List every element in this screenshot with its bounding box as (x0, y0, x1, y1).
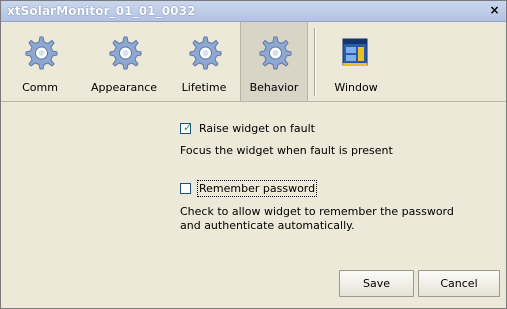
raise-widget-description: Focus the widget when fault is present (180, 144, 393, 157)
window-title: xtSolarMonitor_01_01_0032 (7, 4, 196, 18)
tab-comm-label: Comm (22, 81, 58, 94)
remember-password-description-line2: and authenticate automatically. (180, 219, 355, 232)
window-icon (342, 38, 368, 66)
save-button[interactable]: Save (339, 270, 414, 297)
raise-widget-label[interactable]: Raise widget on fault (199, 122, 315, 135)
raise-widget-checkbox[interactable]: ✓ (180, 121, 193, 134)
close-icon: × (489, 3, 500, 17)
title-bar[interactable]: xtSolarMonitor_01_01_0032 × (1, 1, 506, 22)
tab-window[interactable]: Window (323, 22, 389, 101)
tab-behavior-label: Behavior (249, 81, 299, 94)
cancel-button[interactable]: Cancel (418, 270, 500, 297)
remember-password-label[interactable]: Remember password (196, 180, 318, 197)
remember-password-checkbox[interactable] (180, 183, 191, 194)
tab-lifetime-label: Lifetime (181, 81, 227, 94)
gear-icon (109, 36, 142, 70)
gear-icon (25, 36, 58, 70)
toolbar: Comm Appearance Lifetime Behavior Window (1, 22, 506, 102)
tab-comm[interactable]: Comm (17, 22, 63, 101)
tab-window-label: Window (334, 81, 378, 94)
remember-password-description-line1: Check to allow widget to remember the pa… (180, 205, 454, 218)
check-icon: ✓ (183, 121, 193, 134)
close-button[interactable]: × (487, 3, 502, 18)
tab-appearance-label: Appearance (90, 81, 158, 94)
gear-icon (259, 36, 292, 70)
tab-appearance[interactable]: Appearance (81, 22, 167, 101)
tab-lifetime[interactable]: Lifetime (173, 22, 235, 101)
gear-icon (189, 36, 222, 70)
behavior-panel: ✓ Raise widget on fault Focus the widget… (1, 102, 506, 308)
toolbar-separator (314, 28, 315, 96)
settings-window: xtSolarMonitor_01_01_0032 × Comm Appeara… (0, 0, 507, 309)
tab-behavior[interactable]: Behavior (240, 22, 308, 101)
